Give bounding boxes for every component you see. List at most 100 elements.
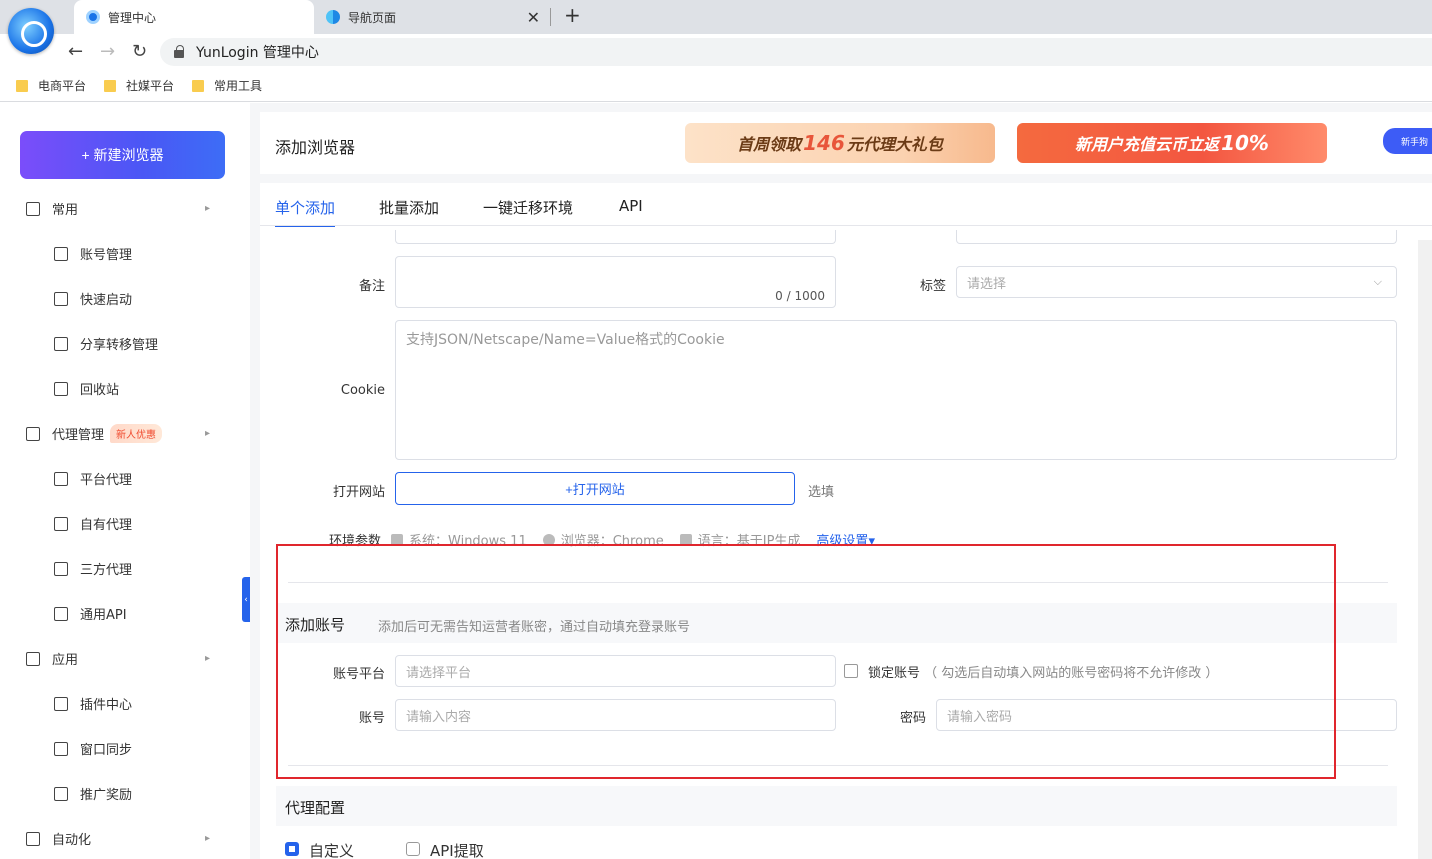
tag-label: 标签: [919, 279, 946, 294]
language-icon: [679, 533, 692, 546]
new-user-badge: 新人优惠: [110, 424, 163, 443]
user-list-icon: [54, 246, 68, 261]
sidebar-item-13[interactable]: 推广奖励: [0, 771, 250, 816]
sidebar-item-10[interactable]: 应用 ▸: [0, 636, 250, 681]
prior-field-bottom: [395, 230, 836, 244]
prior-field-bottom: [956, 230, 1397, 244]
sidebar-item-label: 常用: [52, 203, 79, 218]
promo-banner-recharge[interactable]: 新用户充值云币立返 10%: [1017, 123, 1327, 163]
reload-icon[interactable]: ↻: [132, 41, 147, 62]
sidebar-item-12[interactable]: 窗口同步: [0, 726, 250, 771]
new-tab-button[interactable]: +: [564, 3, 581, 27]
platform-label: 账号平台: [332, 667, 385, 682]
sidebar-item-label: 自动化: [52, 833, 92, 848]
password-input[interactable]: 请输入密码: [936, 699, 1397, 731]
sidebar-item-8[interactable]: 三方代理: [0, 546, 250, 591]
sidebar-item-label: 三方代理: [80, 563, 133, 578]
tab-migrate-env[interactable]: 一键迁移环境: [483, 197, 573, 218]
scrollbar[interactable]: [1418, 240, 1432, 859]
lock-icon: [174, 45, 184, 58]
env-language: 语言：基于IP生成: [679, 530, 800, 549]
account-input[interactable]: 请输入内容: [395, 699, 836, 731]
address-text: YunLogin 管理中心: [196, 45, 319, 61]
env-os: 系统：Windows 11: [391, 530, 527, 549]
new-browser-button[interactable]: + 新建浏览器: [20, 131, 225, 179]
apps-icon: [26, 651, 40, 666]
password-label: 密码: [899, 711, 926, 726]
env-browser: 浏览器：Chrome: [542, 530, 664, 549]
browser-tab-navigation[interactable]: 导航页面 ✕: [318, 0, 550, 34]
yunlogin-favicon-icon: [86, 10, 100, 24]
sidebar-item-6[interactable]: 平台代理: [0, 456, 250, 501]
platform-select[interactable]: 请选择平台: [395, 655, 836, 687]
promo-banner-proxy-gift[interactable]: 首周领取 146 元代理大礼包: [685, 123, 995, 163]
transfer-icon: [54, 336, 68, 351]
sidebar-item-label: 快速启动: [80, 293, 133, 308]
tag-select[interactable]: 请选择 ⌵: [956, 266, 1397, 298]
proxy-custom-radio[interactable]: [285, 842, 299, 856]
newbie-promo-badge[interactable]: 新手狗: [1383, 128, 1432, 154]
sync-icon: [54, 741, 68, 756]
bookmark-social[interactable]: 社媒平台: [104, 77, 174, 94]
folder-icon: [192, 79, 205, 92]
megaphone-icon: [54, 786, 68, 801]
folder-icon: [104, 79, 117, 92]
proxy-section-title: 代理配置: [285, 799, 346, 817]
plugin-icon: [54, 696, 68, 711]
chevron-right-icon: ▸: [204, 833, 210, 844]
sidebar-item-1[interactable]: 账号管理: [0, 231, 250, 276]
sidebar-item-11[interactable]: 插件中心: [0, 681, 250, 726]
trash-icon: [54, 381, 68, 396]
sidebar-item-4[interactable]: 回收站: [0, 366, 250, 411]
sidebar-item-5[interactable]: 代理管理 新人优惠 ▸: [0, 411, 250, 456]
yunlogin-logo-icon: [8, 8, 54, 54]
sidebar-item-label: 账号管理: [80, 248, 133, 263]
sidebar-collapse-handle[interactable]: ‹: [242, 577, 250, 622]
proxy-api-radio[interactable]: [406, 842, 420, 856]
navigation-favicon-icon: [326, 10, 340, 24]
address-bar[interactable]: YunLogin 管理中心: [160, 38, 1432, 66]
chrome-icon: [542, 533, 555, 546]
rocket-icon: [54, 291, 68, 306]
sidebar-item-label: 通用API: [80, 608, 127, 623]
env-params-row: 环境参数 系统：Windows 11 浏览器：Chrome 语言：基于IP生成 …: [329, 530, 875, 549]
cookie-textarea[interactable]: 支持JSON/Netscape/Name=Value格式的Cookie: [395, 320, 1397, 460]
sidebar-item-3[interactable]: 分享转移管理: [0, 321, 250, 366]
account-section-desc: 添加后可无需告知运营者账密，通过自动填充登录账号: [378, 620, 691, 635]
sidebar-item-9[interactable]: 通用API: [0, 591, 250, 636]
section-divider: [288, 582, 1388, 583]
page-title: 添加浏览器: [275, 138, 356, 157]
sidebar-item-label: 平台代理: [80, 473, 133, 488]
back-icon[interactable]: ←: [68, 41, 83, 62]
browser-tab-management[interactable]: 管理中心: [74, 0, 314, 34]
forward-icon[interactable]: →: [100, 41, 115, 62]
bookmark-tools[interactable]: 常用工具: [192, 77, 262, 94]
sidebar-item-2[interactable]: 快速启动: [0, 276, 250, 321]
account-section-title: 添加账号: [285, 616, 346, 634]
sidebar-item-label: 分享转移管理: [80, 338, 159, 353]
tab-single-add[interactable]: 单个添加: [275, 197, 336, 227]
remark-textarea[interactable]: 0 / 1000: [395, 256, 836, 308]
lock-account-label: 锁定账号 （ 勾选后自动填入网站的账号密码将不允许修改 ）: [868, 666, 1219, 681]
remark-label: 备注: [358, 279, 385, 294]
windows-icon: [391, 533, 404, 546]
open-site-button[interactable]: +打开网站: [395, 472, 795, 505]
sidebar-item-7[interactable]: 自有代理: [0, 501, 250, 546]
lock-account-checkbox[interactable]: [844, 664, 858, 678]
close-tab-icon[interactable]: ✕: [527, 8, 540, 27]
chevron-right-icon: ▸: [204, 203, 210, 214]
users-icon: [54, 561, 68, 576]
sidebar-item-14[interactable]: 自动化 ▸: [0, 816, 250, 859]
optional-hint: 选填: [808, 485, 835, 500]
sidebar-item-0[interactable]: 常用 ▸: [0, 186, 250, 231]
user-list-icon: [54, 516, 68, 531]
tab-batch-add[interactable]: 批量添加: [379, 197, 439, 218]
api-icon: [54, 606, 68, 621]
env-params-label: 环境参数: [329, 534, 382, 549]
advanced-settings-link[interactable]: 高级设置▾: [816, 530, 875, 549]
bookmark-ecommerce[interactable]: 电商平台: [16, 77, 86, 94]
chevron-down-icon: ⌵: [1373, 275, 1382, 288]
sidebar-item-label: 应用: [52, 653, 79, 668]
tab-api[interactable]: API: [619, 197, 643, 215]
sidebar-item-label: 插件中心: [80, 698, 133, 713]
